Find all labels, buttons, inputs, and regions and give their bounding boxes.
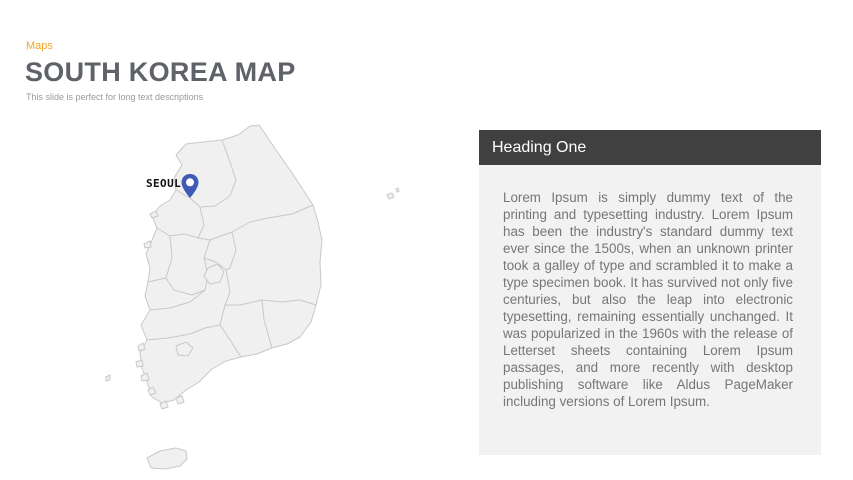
map-pin-icon [181,174,199,198]
card-heading: Heading One [479,130,821,165]
card-body: Lorem Ipsum is simply dummy text of the … [479,165,821,455]
slide-subtitle: This slide is perfect for long text desc… [26,92,204,102]
card-description: Lorem Ipsum is simply dummy text of the … [503,190,793,409]
category-label: Maps [26,40,53,52]
south-korea-map [105,124,400,470]
slide-title: SOUTH KOREA MAP [25,57,296,87]
jeju-island [146,447,188,470]
seoul-label: SEOUL [146,177,182,190]
